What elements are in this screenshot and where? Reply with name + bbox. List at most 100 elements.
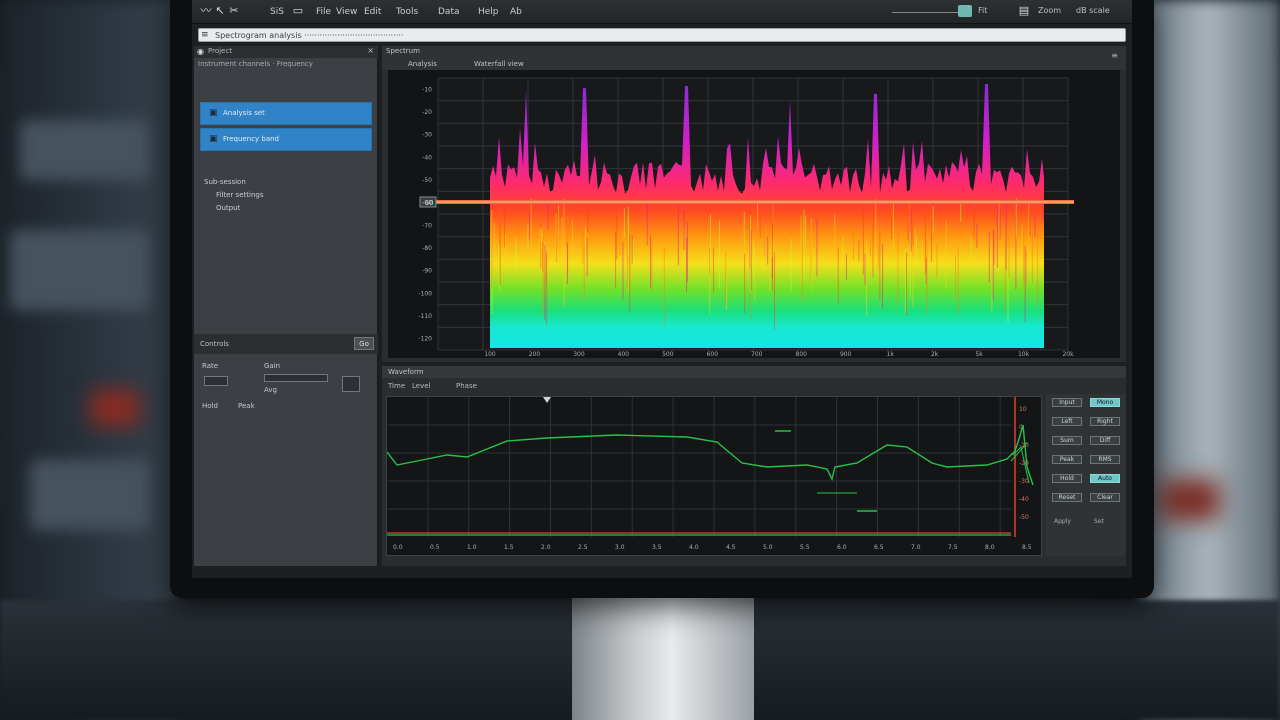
waveform-svg: 0.0 0.5 1.0 1.5 2.0 2.5 3.0 3.5 4.0 4.5 5.0 5.5 6.0 6… [386, 397, 1034, 551]
close-icon[interactable]: × [367, 46, 374, 55]
x-tick-label: 6.5 [874, 544, 884, 551]
x-tick-label: 3.5 [652, 544, 662, 551]
cursor-icon[interactable]: ↖ [214, 5, 226, 17]
menu-file[interactable]: File [316, 5, 331, 19]
control-footer-apply[interactable]: Apply [1054, 518, 1071, 525]
tree-item-output[interactable]: Output [216, 204, 240, 212]
controls-section-header: Controls Go [194, 334, 378, 354]
control-button-right[interactable]: Right [1090, 417, 1120, 426]
rate-field[interactable] [204, 376, 228, 386]
x-tick-label: 1.5 [504, 544, 514, 551]
control-button-hold[interactable]: Hold [1052, 474, 1082, 483]
control-button-reset[interactable]: Reset [1052, 493, 1082, 502]
x-tick-label: 3.0 [615, 544, 625, 551]
control-gain[interactable]: Gain [264, 362, 280, 370]
tab-time[interactable]: Time [388, 382, 405, 390]
waveform-controls: Input Mono Left Right Sum Diff Peak RMS Hold Auto… [1046, 394, 1126, 556]
time-marker [543, 397, 551, 403]
channel-item-analysis-set[interactable]: ▣ Analysis set [200, 102, 372, 125]
y-tick-label: -10 [422, 86, 432, 93]
tree-item-sub-session[interactable]: Sub-session [204, 178, 246, 186]
x-tick-label: 100 [484, 351, 496, 358]
control-button-input[interactable]: Input [1052, 398, 1082, 407]
top-toolbar: 〰 ↖ ✂ SiS ▭ File View Edit Tools Data He… [192, 0, 1132, 24]
x-tick-label: 700 [751, 351, 763, 358]
x-tick-label: 1.0 [467, 544, 477, 551]
menu-edit[interactable]: Edit [364, 5, 381, 19]
go-button[interactable]: Go [354, 337, 374, 350]
channel-item-frequency-band[interactable]: ▣ Frequency band [200, 128, 372, 151]
spectrogram-svg: -60-10-20-30-40-50-60-70-80-90-100-110-1… [418, 77, 1074, 358]
tab-level[interactable]: Level [412, 382, 430, 390]
menu-help[interactable]: Help [478, 5, 499, 19]
tab-phase[interactable]: Phase [456, 382, 477, 390]
spectrogram-plot[interactable]: -60 -10 -20 -30 -40 -50 -60 -70 -80 -90 -100 -110 -1… [388, 70, 1120, 358]
background-red-light-right [1160, 480, 1220, 520]
x-tick-label: 600 [707, 351, 719, 358]
menu-icon[interactable]: ≡ [201, 30, 211, 40]
menu-data[interactable]: Data [438, 5, 460, 19]
control-button-diff[interactable]: Diff [1090, 436, 1120, 445]
y-tick-label: -100 [418, 290, 432, 297]
scale-label: -30 [1019, 478, 1029, 485]
y-tick-label: -30 [422, 132, 432, 139]
x-tick-label: 900 [840, 351, 852, 358]
tree-item-filter-settings[interactable]: Filter settings [216, 191, 263, 199]
y-tick-label: -40 [422, 154, 432, 161]
control-hold[interactable]: Hold [202, 402, 218, 410]
scale-label: 10 [1019, 406, 1027, 413]
gain-slider[interactable] [264, 374, 328, 382]
control-button-sum[interactable]: Sum [1052, 436, 1082, 445]
control-button-mono[interactable]: Mono [1090, 398, 1120, 407]
x-tick-label: 200 [529, 351, 541, 358]
control-footer-set[interactable]: Set [1094, 518, 1104, 525]
x-tick-label: 5k [975, 351, 983, 358]
control-button-auto[interactable]: Auto [1090, 474, 1120, 483]
address-bar[interactable]: ≡ Spectrogram analysis ·················… [198, 28, 1126, 42]
x-tick-label: 6.0 [837, 544, 847, 551]
toolbar-slider[interactable] [892, 12, 962, 13]
scale-label: 0 [1019, 424, 1023, 431]
control-peak[interactable]: Peak [238, 402, 255, 410]
control-avg[interactable]: Avg [264, 386, 277, 394]
control-button-rms[interactable]: RMS [1090, 455, 1120, 464]
channel-icon: ▣ [209, 134, 218, 144]
menu-sis[interactable]: SiS [270, 5, 284, 19]
x-tick-label: 500 [662, 351, 674, 358]
wave-icon[interactable]: 〰 [200, 5, 212, 17]
x-tick-label: 7.0 [911, 544, 921, 551]
menu-ab[interactable]: Ab [510, 5, 522, 19]
spectrogram-tabs: Spectrum Analysis Waterfall view ≡ [382, 46, 1126, 70]
control-button-left[interactable]: Left [1052, 417, 1082, 426]
tab-waterfall[interactable]: Waterfall view [474, 60, 524, 68]
channel-item-label: Frequency band [223, 135, 279, 143]
monitor: 〰 ↖ ✂ SiS ▭ File View Edit Tools Data He… [170, 0, 1154, 598]
x-tick-label: 300 [573, 351, 585, 358]
control-rate[interactable]: Rate [202, 362, 218, 370]
x-tick-label: 10k [1018, 351, 1030, 358]
scale-label: -40 [1019, 496, 1029, 503]
control-button-clear[interactable]: Clear [1090, 493, 1120, 502]
tab-spectrum[interactable]: Spectrum [386, 47, 420, 55]
monitor-stand [572, 596, 754, 720]
waveform-plot[interactable]: 0.0 0.5 1.0 1.5 2.0 2.5 3.0 3.5 4.0 4.5 5.0 5.5 6.0 6… [386, 396, 1042, 556]
folder-icon[interactable]: ▭ [292, 5, 304, 17]
toolbar-zoom[interactable]: Zoom [1038, 6, 1061, 15]
y-tick-label: -70 [422, 222, 432, 229]
control-button-peak[interactable]: Peak [1052, 455, 1082, 464]
x-tick-label: 5.5 [800, 544, 810, 551]
menu-tools[interactable]: Tools [396, 5, 418, 19]
close-icon[interactable]: ≡ [1111, 51, 1118, 60]
hold-toggle[interactable] [342, 376, 360, 392]
save-icon[interactable]: ▤ [1018, 5, 1030, 17]
x-tick-label: 8.0 [985, 544, 995, 551]
toolbar-fit[interactable]: Fit [978, 6, 987, 15]
x-tick-label: 1k [887, 351, 895, 358]
badge-icon [958, 5, 972, 17]
toolbar-db-scale[interactable]: dB scale [1076, 6, 1110, 15]
menu-view[interactable]: View [336, 5, 357, 19]
tab-analysis[interactable]: Analysis [408, 60, 437, 68]
x-tick-label: 5.0 [763, 544, 773, 551]
cut-icon[interactable]: ✂ [228, 5, 240, 17]
x-tick-label: 7.5 [948, 544, 958, 551]
